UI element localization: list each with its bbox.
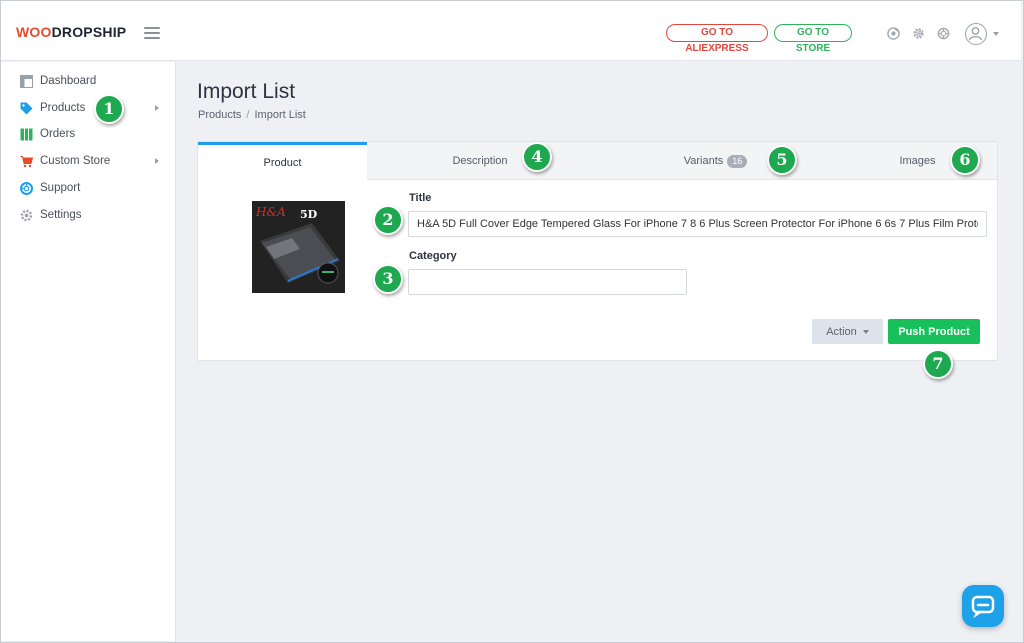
sidebar-item-dashboard[interactable]: Dashboard [1, 68, 175, 94]
logo-text-dropship: DROPSHIP [51, 24, 127, 40]
image-brand-text: H&A [256, 205, 286, 219]
breadcrumb-item-import-list: Import List [254, 109, 306, 121]
sidebar-item-orders[interactable]: Orders [1, 121, 175, 147]
tab-product[interactable]: Product [198, 142, 367, 181]
hamburger-menu-icon[interactable] [144, 27, 160, 39]
chrome-icon[interactable] [887, 27, 900, 40]
image-5d-text: 5D [300, 208, 318, 221]
sidebar-item-label: Orders [40, 128, 76, 140]
user-avatar-icon[interactable] [965, 23, 987, 45]
chevron-right-icon [155, 158, 159, 164]
sidebar-item-label: Products [40, 102, 86, 114]
callout-badge: 7 [923, 349, 953, 379]
tab-label: Images [899, 155, 936, 167]
callout-badge: 4 [522, 142, 552, 172]
tag-icon [20, 102, 33, 114]
lifebuoy-icon [20, 181, 33, 195]
callout-badge: 6 [950, 145, 980, 175]
sidebar-item-products[interactable]: Products [1, 95, 175, 121]
callout-badge: 2 [373, 205, 403, 235]
chevron-down-icon[interactable] [993, 32, 999, 36]
product-tabs: Product Description Variants 16 Images [198, 142, 997, 181]
action-button-label: Action [826, 325, 857, 338]
tab-description[interactable]: Description [367, 142, 593, 180]
callout-badge: 3 [373, 264, 403, 294]
variants-count-badge: 16 [727, 154, 748, 168]
chevron-right-icon [155, 105, 159, 111]
sidebar-item-label: Settings [40, 209, 82, 221]
tab-label: Variants [683, 155, 724, 167]
top-header: WOODROPSHIP GO TO ALIEXPRESS GO TO STORE [1, 1, 1021, 61]
title-label: Title [409, 192, 432, 204]
woodropship-logo[interactable]: WOODROPSHIP [16, 24, 126, 40]
sidebar: Dashboard Products Orders Custom Store S… [1, 62, 176, 641]
dashboard-icon [20, 74, 33, 88]
sidebar-item-label: Support [40, 182, 81, 194]
chat-bubble-icon [971, 595, 995, 619]
breadcrumb: Products / Import List [198, 109, 306, 121]
go-to-aliexpress-button[interactable]: GO TO ALIEXPRESS [666, 24, 768, 54]
go-to-store-button[interactable]: GO TO STORE [774, 24, 852, 54]
product-image[interactable]: H&A 5D [252, 201, 345, 293]
push-product-button[interactable]: Push Product [888, 319, 980, 344]
sidebar-item-label: Dashboard [40, 75, 97, 87]
page-title: Import List [197, 80, 296, 103]
chat-widget-button[interactable] [962, 585, 1004, 627]
sidebar-item-settings[interactable]: Settings [1, 202, 175, 228]
import-product-card: Product Description Variants 16 Images H&… [197, 141, 998, 361]
gear-icon [20, 209, 33, 221]
action-dropdown-button[interactable]: Action [812, 319, 883, 344]
category-input[interactable] [408, 269, 687, 295]
tab-label: Description [452, 155, 508, 167]
sidebar-item-label: Custom Store [40, 155, 111, 167]
logo-text-woo: WOO [16, 24, 52, 40]
orders-icon [20, 128, 33, 140]
category-label: Category [409, 250, 457, 262]
cart-icon [20, 155, 33, 167]
callout-badge: 5 [767, 145, 797, 175]
breadcrumb-item-products[interactable]: Products [198, 109, 241, 121]
breadcrumb-separator: / [246, 109, 250, 121]
tab-variants[interactable]: Variants 16 [593, 142, 838, 180]
chevron-down-icon [862, 329, 869, 334]
title-input[interactable] [408, 211, 987, 237]
sidebar-item-custom-store[interactable]: Custom Store [1, 148, 175, 174]
tab-label: Product [263, 157, 302, 169]
gear-icon[interactable] [912, 27, 925, 40]
callout-badge: 1 [94, 94, 124, 124]
sidebar-item-support[interactable]: Support [1, 175, 175, 201]
support-icon[interactable] [937, 27, 950, 40]
